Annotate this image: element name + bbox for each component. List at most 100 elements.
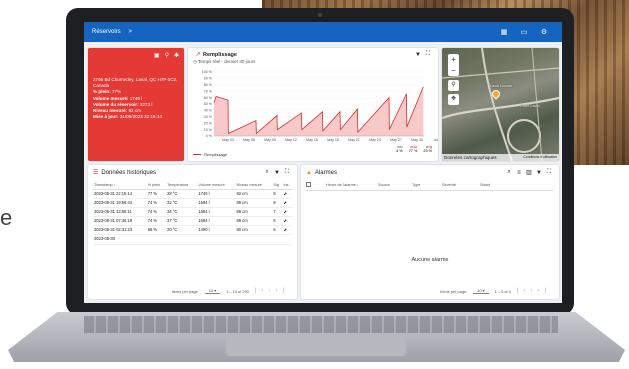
page-size-value: 10 <box>208 288 214 293</box>
y-tick-label: 30 % <box>204 115 213 119</box>
page-size-select[interactable]: 10 ▾ <box>204 288 221 294</box>
cell <box>197 234 236 245</box>
pin-icon[interactable]: ⚲ <box>165 52 169 59</box>
filter-icon[interactable]: ≡ <box>514 170 524 176</box>
info-label: Mise à jour: <box>93 114 119 120</box>
select-all-checkbox[interactable] <box>306 182 311 187</box>
map-roads <box>442 48 559 161</box>
download-icon[interactable]: ▼ <box>272 170 282 176</box>
attribution-text: Données cartographiques <box>444 155 497 160</box>
table-row[interactable]: 2023-05-31 07:46:19 74 % 37 °C 1684 l 89 cm 6… <box>93 216 292 227</box>
cell: 2023-05-30 <box>93 234 147 245</box>
cell: 8 <box>272 189 283 200</box>
y-tick-label: 40 % <box>204 109 213 113</box>
stage: e Réservoirs > ▦ ▭ ⚙ ▣ ⚲ ✱ 2795 Bd Chome… <box>0 0 629 369</box>
x-tick-label: Jun 0 <box>434 138 438 142</box>
cell: 1746 l <box>197 189 236 200</box>
settings-icon[interactable]: ⚙ <box>534 28 554 36</box>
fill-chart-card: ↗ Remplissage ▼ ⛶ ◷ Temps réel - dernier… <box>188 48 438 161</box>
reservoir-info: 2795 Bd Chomedey, Laval, QC H7P 0C2, Can… <box>93 77 179 120</box>
column-header[interactable]: Température <box>166 181 198 190</box>
save-icon[interactable]: ▣ <box>154 52 160 59</box>
table-row[interactable]: 2023-05-31 22:15:14 77 % 28 °C 1746 l 92 cm 8… <box>93 189 292 200</box>
page-range: 1 – 10 of 290 <box>226 288 249 294</box>
columns-icon[interactable]: ▥ <box>524 169 534 176</box>
zoom-out-button[interactable]: − <box>448 65 459 76</box>
cell: 34 °C <box>166 207 198 218</box>
pagination-arrows-icon[interactable]: |‹‹›| <box>255 288 289 294</box>
map-label: Laval Lincoln <box>490 84 513 88</box>
history-table: Timestamp ↓ % plein Température Volume m… <box>93 181 292 245</box>
table-row[interactable]: 2023-05-31 19:56:44 74 % 32 °C 1684 l 89 cm 8… <box>93 198 292 209</box>
column-header[interactable]: Sévérité <box>442 183 480 187</box>
table-row[interactable]: 2023-05-31 02:31:23 66 % 20 °C 1490 l 80 cm 5… <box>93 225 292 236</box>
chevron-right-icon: > <box>128 29 132 35</box>
empty-state: Aucune alarme <box>411 257 449 263</box>
column-header[interactable]: Statut <box>480 183 510 187</box>
column-header[interactable]: % plein <box>146 181 167 190</box>
pegman-icon[interactable]: ⚲ <box>448 80 459 91</box>
page-size-select[interactable]: 10 ▾ <box>473 288 489 294</box>
legend-label: Remplissage <box>204 152 228 157</box>
breadcrumb[interactable]: Réservoirs > <box>92 29 494 35</box>
column-header[interactable]: Timestamp ↓ <box>93 181 147 190</box>
y-tick-label: 20 % <box>204 121 213 125</box>
cell <box>272 234 283 245</box>
cell: 7 <box>272 207 283 218</box>
download-icon[interactable]: ▼ <box>534 170 544 176</box>
column-header[interactable]: Heure de l'alarme ↓ <box>326 183 378 187</box>
y-tick-label: 70 % <box>204 89 213 93</box>
cell: 37 °C <box>166 216 198 227</box>
column-header[interactable]: Type <box>412 183 442 187</box>
x-tick-label: May 15 <box>306 138 318 142</box>
fullscreen-icon[interactable]: ⛶ <box>282 169 292 176</box>
terms-link[interactable]: Conditions d'utilisation <box>523 155 557 160</box>
map-attribution: Données cartographiques Conditions d'uti… <box>442 154 559 161</box>
app-bar: Réservoirs > ▦ ▭ ⚙ <box>84 22 562 42</box>
legend-swatch <box>193 153 201 156</box>
warning-icon: ▲ <box>306 169 312 176</box>
reservoir-info-card: ▣ ⚲ ✱ 2795 Bd Chomedey, Laval, QC H7P 0C… <box>88 48 184 161</box>
info-label: Niveau mesuré: <box>93 108 128 114</box>
cell: 2023-05-31 13:55:11 <box>93 207 147 218</box>
info-value: 1746 l <box>129 95 143 101</box>
info-label: Volume du réservoir: <box>93 101 139 107</box>
table-row[interactable]: 2023-05-31 13:55:11 74 % 34 °C 1684 l 89 cm 7… <box>93 207 292 218</box>
breadcrumb-reservoirs[interactable]: Réservoirs <box>92 29 121 35</box>
pagination-arrows-icon[interactable]: |‹‹›| <box>517 288 551 294</box>
search-icon[interactable]: ⌕ <box>262 169 272 176</box>
column-header[interactable]: Source <box>378 183 412 187</box>
cell: ⬈ <box>282 207 292 218</box>
cell: 77 % <box>146 189 167 200</box>
map-icon[interactable]: ▭ <box>514 28 534 36</box>
cell: 74 % <box>146 207 167 218</box>
column-header[interactable]: Sig <box>272 181 283 190</box>
map-label: Carré Laval <box>520 104 540 108</box>
stat-value: 29 % <box>423 149 432 153</box>
info-label: Volume mesuré: <box>93 95 129 101</box>
x-tick-label: May 03 <box>222 138 234 142</box>
search-icon[interactable]: ⌕ <box>504 169 514 176</box>
dashboard-icon[interactable]: ▦ <box>494 28 514 36</box>
cell: ⬈ <box>282 225 292 236</box>
history-title: Données historiques <box>101 169 157 176</box>
side-text: e <box>0 205 13 230</box>
chart-legend[interactable]: Remplissage <box>193 152 227 157</box>
column-header[interactable]: Niveau mesuré <box>235 181 273 190</box>
cell: 2023-05-31 22:15:14 <box>93 189 147 200</box>
map-card[interactable]: + − ⚲ ✥ Laval Lincoln Carré Laval Donnée… <box>442 48 559 161</box>
cell: 2023-05-31 07:46:19 <box>93 216 147 227</box>
move-icon[interactable]: ✥ <box>448 94 459 105</box>
column-header[interactable]: Volume mesuré <box>197 181 236 190</box>
alarms-title: Alarmes <box>314 169 337 176</box>
page-size-value: 10 <box>477 288 482 293</box>
y-tick-label: 90 % <box>204 77 213 81</box>
y-tick-label: 50 % <box>204 102 213 106</box>
column-header[interactable]: Ins <box>282 181 292 190</box>
address: 2795 Bd Chomedey, Laval, QC H7P 0C2, Can… <box>93 77 178 89</box>
fullscreen-icon[interactable]: ⛶ <box>544 169 554 176</box>
page-range: 1 – 0 of 0 <box>494 288 511 294</box>
table-row[interactable]: 2023-05-30 <box>93 234 292 245</box>
gear-icon[interactable]: ✱ <box>174 52 179 59</box>
zoom-in-button[interactable]: + <box>448 54 459 65</box>
